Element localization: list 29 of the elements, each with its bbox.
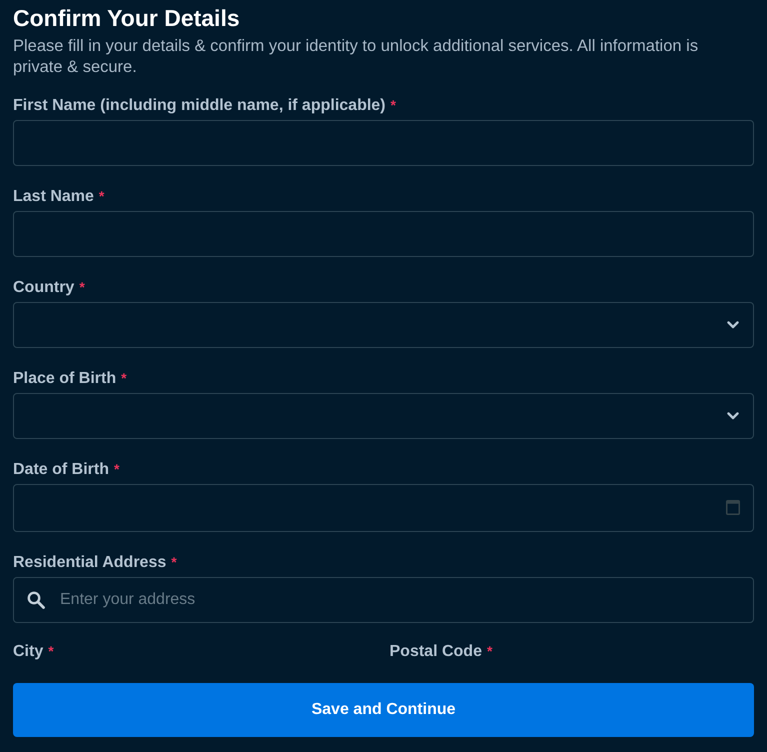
- required-asterisk: *: [121, 369, 127, 388]
- search-icon: [27, 591, 45, 609]
- chevron-icon: [727, 412, 739, 420]
- field-label: City: [13, 642, 44, 662]
- required-asterisk: *: [390, 96, 396, 115]
- required-asterisk: *: [48, 642, 54, 661]
- page-title: Confirm Your Details: [13, 5, 241, 31]
- required-asterisk: *: [98, 187, 104, 206]
- required-asterisk: *: [171, 553, 177, 572]
- field-label: Country: [13, 278, 74, 298]
- dropdown-field[interactable]: [13, 393, 754, 439]
- chevron-icon: [727, 321, 739, 329]
- field-label: Place of Birth: [13, 369, 116, 389]
- required-asterisk: *: [114, 460, 120, 479]
- text-field[interactable]: [13, 211, 754, 257]
- required-asterisk: *: [486, 642, 492, 661]
- save-continue-button[interactable]: Save and Continue: [13, 683, 754, 737]
- field-label: Last Name: [13, 187, 94, 207]
- description-text: Please fill in your details & confirm your identity to unlock additional services. All information is private & secure.: [13, 36, 700, 78]
- field-label: Date of Birth: [13, 460, 109, 480]
- dropdown-field[interactable]: [13, 302, 754, 348]
- address-field[interactable]: Enter your address: [13, 577, 754, 623]
- field-label: First Name (including middle name, if applicable): [13, 96, 386, 116]
- text-field[interactable]: [13, 120, 754, 166]
- field-label: Postal Code: [390, 642, 482, 662]
- required-asterisk: *: [79, 278, 85, 297]
- date-field[interactable]: [13, 484, 754, 532]
- field-label: Residential Address: [13, 553, 166, 573]
- calendar-icon[interactable]: [726, 500, 740, 515]
